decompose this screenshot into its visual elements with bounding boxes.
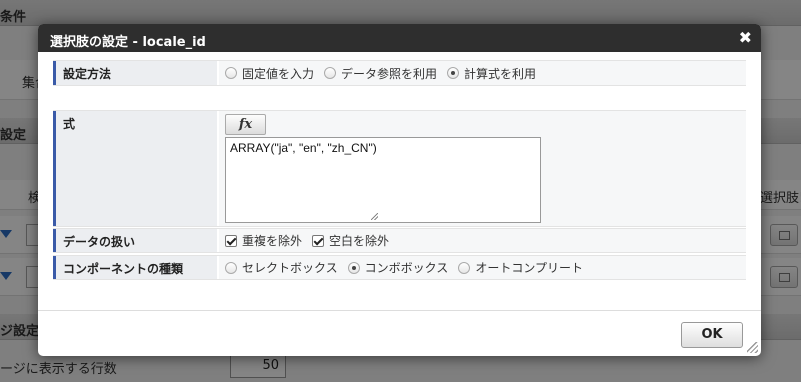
checkbox-checked[interactable] bbox=[225, 234, 237, 247]
setting-method-options: 固定値を入力 データ参照を利用 計算式を利用 bbox=[217, 61, 746, 85]
radio-button-selected[interactable] bbox=[447, 67, 460, 79]
radio-autocomplete[interactable]: オートコンプリート bbox=[458, 259, 583, 276]
dialog-title: 選択肢の設定 - locale_id bbox=[50, 35, 206, 50]
formula-label: 式 bbox=[53, 111, 217, 226]
radio-label: オートコンプリート bbox=[475, 261, 583, 275]
radio-label: セレクトボックス bbox=[242, 261, 338, 275]
choice-settings-dialog: 選択肢の設定 - locale_id ✖ 設定方法 固定値を入力 データ参照を利… bbox=[38, 24, 761, 356]
setting-method-row: 設定方法 固定値を入力 データ参照を利用 計算式を利用 bbox=[53, 60, 746, 86]
ok-button[interactable]: OK bbox=[681, 322, 743, 348]
checkbox-exclude-blanks[interactable]: 空白を除外 bbox=[312, 232, 389, 249]
dialog-title-bar[interactable]: 選択肢の設定 - locale_id ✖ bbox=[38, 24, 761, 52]
component-type-label: コンポーネントの種類 bbox=[53, 256, 217, 279]
radio-button[interactable] bbox=[458, 261, 471, 274]
radio-label: コンボボックス bbox=[364, 261, 449, 275]
setting-method-label: 設定方法 bbox=[53, 61, 217, 85]
checkbox-label: 空白を除外 bbox=[329, 234, 390, 248]
radio-label: 固定値を入力 bbox=[242, 66, 315, 81]
formula-row: 式 fx ARRAY("ja", "en", "zh_CN") bbox=[53, 110, 746, 227]
fx-button[interactable]: fx bbox=[225, 114, 266, 135]
checkbox-checked[interactable] bbox=[312, 234, 325, 247]
radio-combo-box[interactable]: コンボボックス bbox=[347, 259, 449, 276]
component-type-options: セレクトボックス コンボボックス オートコンプリート bbox=[217, 256, 746, 279]
formula-editor: fx ARRAY("ja", "en", "zh_CN") bbox=[217, 111, 746, 226]
checkbox-label: 重複を除外 bbox=[242, 234, 303, 248]
textarea-resize-icon[interactable] bbox=[371, 213, 378, 220]
radio-button[interactable] bbox=[225, 67, 237, 79]
radio-formula[interactable]: 計算式を利用 bbox=[447, 65, 536, 82]
dialog-body: 設定方法 固定値を入力 データ参照を利用 計算式を利用 式 fx ARRAY("… bbox=[38, 52, 761, 310]
data-handling-options: 重複を除外 空白を除外 bbox=[217, 229, 746, 252]
checkbox-exclude-duplicates[interactable]: 重複を除外 bbox=[225, 232, 302, 249]
radio-data-reference[interactable]: データ参照を利用 bbox=[324, 65, 437, 82]
radio-label: データ参照を利用 bbox=[341, 66, 438, 81]
radio-button-selected[interactable] bbox=[347, 261, 360, 274]
formula-textarea[interactable]: ARRAY("ja", "en", "zh_CN") bbox=[225, 137, 541, 223]
data-handling-row: データの扱い 重複を除外 空白を除外 bbox=[53, 228, 746, 253]
radio-fixed-value[interactable]: 固定値を入力 bbox=[225, 65, 314, 82]
component-type-row: コンポーネントの種類 セレクトボックス コンボボックス オートコンプリート bbox=[53, 255, 746, 280]
radio-label: 計算式を利用 bbox=[464, 66, 537, 81]
dialog-resize-icon[interactable] bbox=[747, 342, 758, 353]
radio-button[interactable] bbox=[225, 261, 237, 274]
radio-select-box[interactable]: セレクトボックス bbox=[225, 259, 338, 276]
radio-button[interactable] bbox=[324, 67, 337, 79]
close-icon[interactable]: ✖ bbox=[739, 28, 752, 47]
data-handling-label: データの扱い bbox=[53, 229, 217, 252]
dialog-footer: OK bbox=[38, 310, 761, 356]
